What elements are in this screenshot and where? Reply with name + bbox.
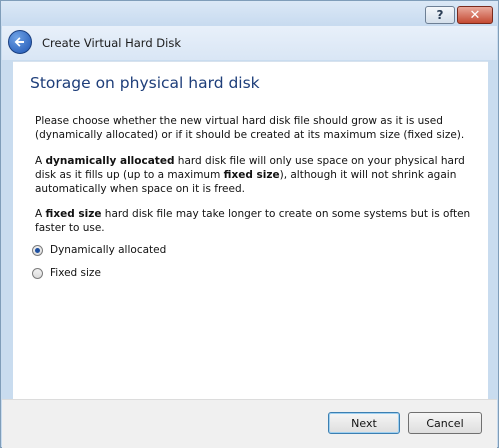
dynamic-paragraph: A dynamically allocated hard disk file w… [35,154,475,196]
radio-fixed[interactable] [32,267,43,279]
title-bar: ? ✕ [1,1,498,29]
back-arrow-icon [14,37,24,47]
text-span: hard disk file may take longer to create… [35,208,471,234]
option-label: Dynamically allocated [50,244,167,256]
cancel-button[interactable]: Cancel [408,412,482,434]
dialog-window: ? ✕ Create Virtual Hard Disk Storage on … [0,0,499,448]
bold-term: fixed size [223,169,280,181]
button-bar: Next Cancel [2,399,497,448]
bold-term: fixed size [45,208,102,220]
next-button[interactable]: Next [328,412,400,434]
page-title: Storage on physical hard disk [30,74,260,92]
option-dynamic[interactable]: Dynamically allocated [32,242,166,258]
text-span: A [35,155,46,167]
close-button[interactable]: ✕ [457,6,493,24]
back-button[interactable] [8,30,32,54]
bold-term: dynamically allocated [45,155,175,167]
option-fixed[interactable]: Fixed size [32,265,101,281]
content-panel: Storage on physical hard disk Please cho… [13,61,488,399]
radio-dynamic[interactable] [32,244,43,256]
wizard-header: Create Virtual Hard Disk [2,26,497,60]
option-label: Fixed size [50,267,101,279]
wizard-title: Create Virtual Hard Disk [42,36,181,50]
help-button[interactable]: ? [425,6,455,24]
intro-paragraph: Please choose whether the new virtual ha… [35,115,465,141]
fixed-paragraph: A fixed size hard disk file may take lon… [35,207,475,235]
text-span: A [35,208,46,220]
